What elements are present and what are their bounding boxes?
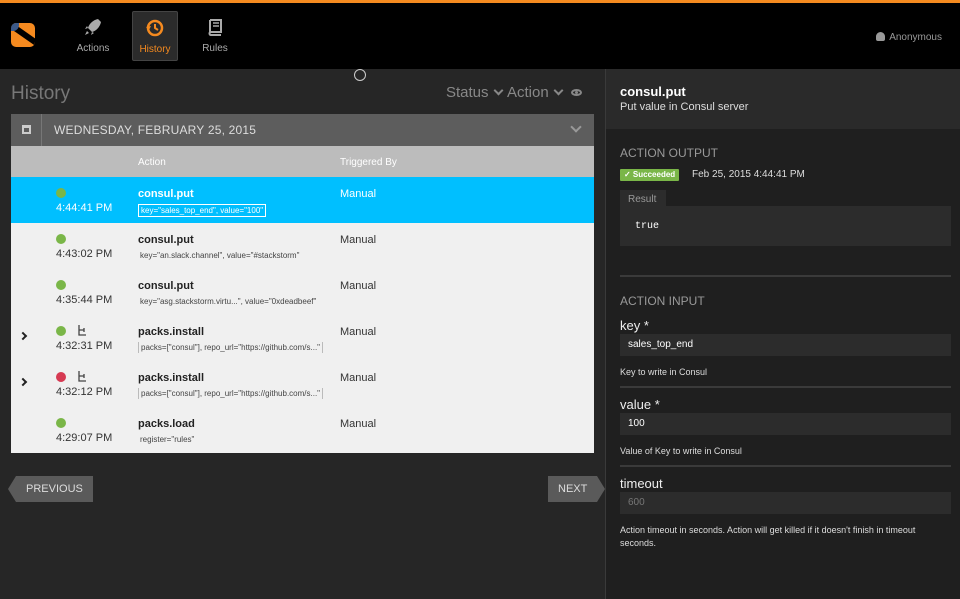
key-label: key * — [620, 318, 649, 333]
page-title: History — [11, 83, 71, 104]
user-icon — [876, 32, 886, 41]
table-row[interactable]: 4:29:07 PM packs.load register="rules" Manu… — [11, 407, 594, 453]
result-output: true — [620, 206, 951, 246]
chevron-down-icon[interactable] — [570, 121, 582, 133]
row-action-name: consul.put — [138, 234, 194, 246]
action-output-heading: ACTION OUTPUT — [620, 146, 718, 160]
table-row[interactable]: 4:35:44 PM consul.put key="asg.stackstorm.… — [11, 269, 594, 315]
details-title: consul.put — [620, 84, 686, 99]
status-dot — [56, 326, 66, 336]
column-header-triggered-by: Triggered By — [340, 157, 397, 168]
value-help: Value of Key to write in Consul — [620, 446, 742, 456]
action-filter-label: Action — [507, 84, 549, 101]
row-params: packs=["consul"], repo_url="https://gith… — [138, 388, 324, 399]
nav-actions-label: Actions — [76, 43, 110, 54]
table-row[interactable]: 4:32:12 PM packs.install packs=["consul"],… — [11, 361, 594, 407]
history-icon — [146, 19, 164, 37]
row-triggered-by: Manual — [340, 418, 377, 430]
timeout-input[interactable]: 600 — [620, 492, 951, 514]
row-triggered-by: Manual — [340, 326, 377, 338]
row-action-name: packs.install — [138, 326, 205, 338]
details-header: consul.put Put value in Consul server — [606, 69, 960, 129]
row-time: 4:32:12 PM — [56, 386, 113, 398]
calendar-icon — [22, 125, 31, 134]
status-dot — [56, 280, 66, 290]
timeout-help: Action timeout in seconds. Action will g… — [620, 525, 916, 548]
row-triggered-by: Manual — [340, 280, 377, 292]
row-params: key="an.slack.channel", value="#stacksto… — [140, 251, 300, 260]
table-row[interactable]: 4:43:02 PM consul.put key="an.slack.channe… — [11, 223, 594, 269]
table-row[interactable]: 4:44:41 PM consul.put key="sales_top_end",… — [11, 177, 594, 223]
chevron-down-icon — [493, 85, 503, 96]
next-button[interactable]: NEXT — [548, 476, 606, 502]
output-timestamp: Feb 25, 2015 4:44:41 PM — [692, 169, 805, 180]
row-time: 4:29:07 PM — [56, 432, 113, 444]
row-params: register="rules" — [140, 435, 195, 444]
top-navbar: Actions History Rules Anonymous — [0, 0, 960, 69]
tab-result[interactable]: Result — [620, 190, 666, 206]
key-help: Key to write in Consul — [620, 367, 708, 377]
eye-icon[interactable] — [571, 89, 582, 96]
row-time: 4:44:41 PM — [56, 202, 113, 214]
timeout-label: timeout — [620, 476, 663, 491]
mouse-cursor-icon — [354, 69, 366, 81]
row-time: 4:35:44 PM — [56, 294, 113, 306]
book-icon — [208, 19, 222, 36]
calendar-button[interactable] — [11, 114, 42, 146]
status-filter-label: Status — [446, 84, 489, 101]
chevron-right-icon[interactable] — [18, 377, 28, 387]
row-params: key="sales_top_end", value="100" — [138, 204, 267, 217]
row-params: packs=["consul"], repo_url="https://gith… — [138, 342, 324, 353]
details-panel: consul.put Put value in Consul server AC… — [605, 69, 960, 599]
nav-history-label: History — [139, 44, 171, 55]
action-input-heading: ACTION INPUT — [620, 294, 705, 308]
row-triggered-by: Manual — [340, 188, 377, 200]
table-row[interactable]: 4:32:31 PM packs.install packs=["consul"],… — [11, 315, 594, 361]
status-dot — [56, 372, 66, 382]
status-badge: ✓ Succeeded — [620, 169, 680, 181]
action-filter[interactable]: Action — [507, 84, 564, 101]
date-group-header[interactable]: WEDNESDAY, FEBRUARY 25, 2015 — [11, 114, 594, 146]
chevron-down-icon — [553, 85, 564, 96]
user-name: Anonymous — [889, 32, 942, 43]
date-label: WEDNESDAY, FEBRUARY 25, 2015 — [54, 123, 257, 137]
stackstorm-logo-icon[interactable] — [11, 23, 35, 47]
nav-rules-label: Rules — [202, 43, 228, 54]
key-input[interactable]: sales_top_end — [620, 334, 951, 356]
details-description: Put value in Consul server — [620, 101, 749, 113]
row-action-name: packs.install — [138, 372, 205, 384]
row-triggered-by: Manual — [340, 234, 377, 246]
previous-button[interactable]: PREVIOUS — [8, 476, 93, 502]
status-filter[interactable]: Status — [446, 84, 503, 101]
nav-history[interactable]: History — [132, 11, 178, 61]
status-dot — [56, 418, 66, 428]
row-time: 4:32:31 PM — [56, 340, 113, 352]
status-dot — [56, 188, 66, 198]
divider — [620, 275, 951, 277]
column-header-action: Action — [138, 157, 166, 168]
row-triggered-by: Manual — [340, 372, 377, 384]
workflow-icon — [78, 371, 86, 382]
row-time: 4:43:02 PM — [56, 248, 113, 260]
workflow-icon — [78, 325, 86, 336]
divider — [620, 386, 951, 388]
divider — [620, 465, 951, 467]
rocket-icon — [85, 19, 101, 35]
user-menu[interactable]: Anonymous — [876, 32, 942, 43]
value-label: value * — [620, 397, 660, 412]
nav-actions[interactable]: Actions — [70, 11, 116, 61]
row-action-name: packs.load — [138, 418, 195, 430]
row-action-name: consul.put — [138, 188, 194, 200]
table-header: Action Triggered By — [11, 146, 594, 177]
row-params: key="asg.stackstorm.virtu...", value="0x… — [140, 297, 317, 306]
history-table: WEDNESDAY, FEBRUARY 25, 2015 Action Trig… — [11, 114, 594, 453]
status-dot — [56, 234, 66, 244]
chevron-right-icon[interactable] — [18, 331, 28, 341]
value-input[interactable]: 100 — [620, 413, 951, 435]
row-action-name: consul.put — [138, 280, 194, 292]
history-panel: History Status Action WEDNESDAY, FEBRUAR… — [0, 69, 606, 599]
nav-rules[interactable]: Rules — [192, 11, 238, 61]
